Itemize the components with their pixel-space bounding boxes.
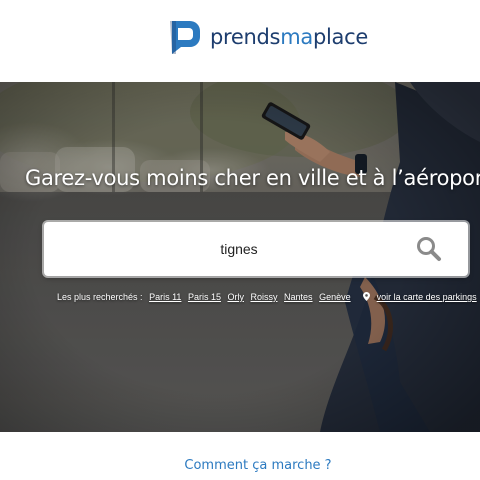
p-logo-icon — [170, 21, 200, 54]
brand-logo[interactable]: prendsmaplace — [168, 19, 368, 55]
site-header: prendsmaplace — [0, 0, 480, 82]
brand-name-part1: prends — [210, 24, 281, 49]
popular-link-nantes[interactable]: Nantes — [284, 292, 313, 302]
popular-searches: Les plus recherchés : Paris 11 Paris 15 … — [57, 292, 477, 302]
popular-link-paris-15[interactable]: Paris 15 — [188, 292, 221, 302]
brand-name-part2: ma — [280, 24, 313, 49]
search-box — [44, 222, 468, 276]
how-it-works-link[interactable]: Comment ça marche ? — [0, 458, 480, 473]
search-icon[interactable] — [416, 236, 442, 262]
popular-link-paris-11[interactable]: Paris 11 — [149, 292, 181, 302]
search-input[interactable] — [44, 222, 404, 276]
brand-name-part3: place — [312, 24, 368, 49]
popular-link-roissy[interactable]: Roissy — [251, 292, 278, 302]
map-pin-icon — [363, 292, 371, 301]
hero-banner: Garez-vous moins cher en ville et à l’aé… — [0, 82, 480, 432]
brand-name: prendsmaplace — [210, 24, 368, 49]
popular-link-geneve[interactable]: Genève — [319, 292, 351, 302]
hero-title: Garez-vous moins cher en ville et à l’aé… — [25, 166, 480, 190]
popular-searches-label: Les plus recherchés : — [57, 292, 143, 302]
popular-link-orly[interactable]: Orly — [227, 292, 244, 302]
map-link[interactable]: voir la carte des parkings — [377, 292, 477, 302]
